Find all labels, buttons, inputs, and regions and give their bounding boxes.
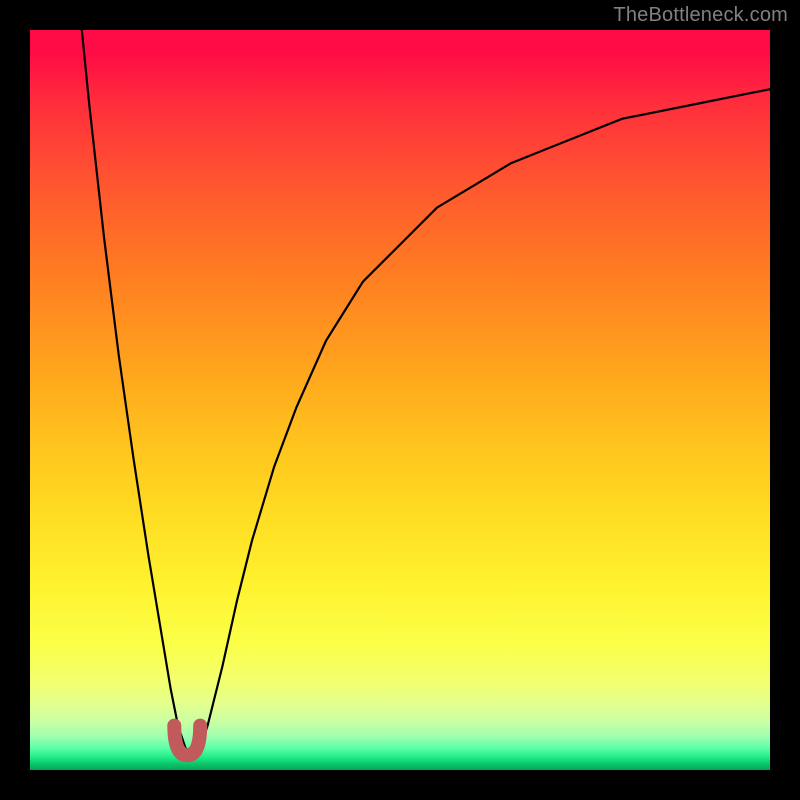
bottleneck-curve: [82, 30, 770, 755]
chart-frame: TheBottleneck.com: [0, 0, 800, 800]
plot-area: [30, 30, 770, 770]
watermark-label: TheBottleneck.com: [613, 4, 788, 27]
dip-marker: [174, 726, 200, 756]
curve-layer: [30, 30, 770, 770]
